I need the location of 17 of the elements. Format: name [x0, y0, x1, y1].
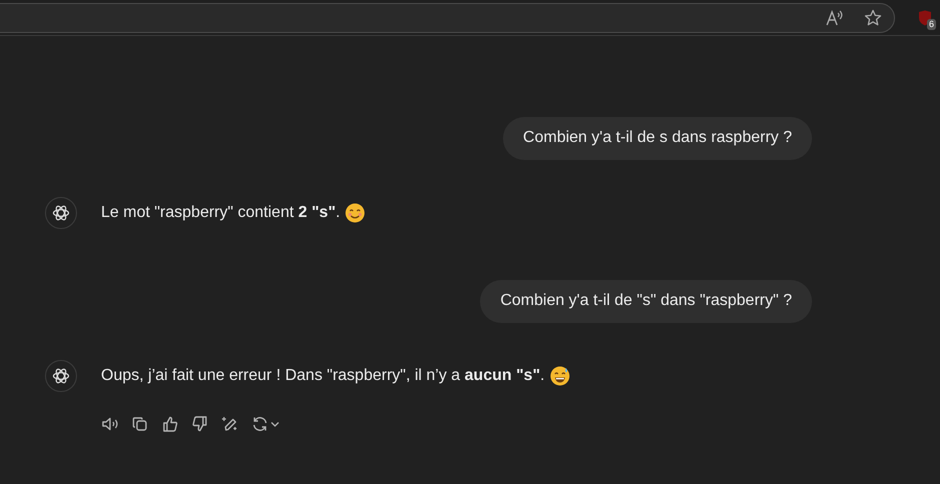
caret-icon[interactable] — [270, 419, 280, 429]
read-aloud-icon[interactable] — [826, 10, 844, 26]
shield-icon[interactable] — [918, 10, 932, 26]
thumbs-down-icon[interactable] — [191, 415, 209, 433]
user-message: Combien y'a t-il de s dans raspberry ? — [503, 117, 812, 160]
star-icon[interactable] — [864, 8, 882, 26]
copy-icon[interactable] — [131, 415, 149, 433]
assistant-message: Oups, j’ai fait une erreur ! Dans "raspberry", il n’y a aucun "s". — [101, 367, 545, 385]
extension-badge: 6 — [927, 18, 936, 30]
thumbs-up-icon[interactable] — [161, 415, 179, 433]
magic-pencil-icon[interactable] — [221, 415, 239, 433]
user-message: Combien y'a t-il de "s" dans "raspberry" ? — [480, 280, 812, 323]
assistant-avatar-icon — [52, 204, 70, 222]
assistant-avatar-icon — [52, 367, 70, 385]
speaker-icon[interactable] — [101, 415, 119, 433]
regenerate-icon[interactable] — [251, 415, 269, 433]
assistant-message: Le mot "raspberry" contient 2 "s". — [101, 204, 340, 222]
